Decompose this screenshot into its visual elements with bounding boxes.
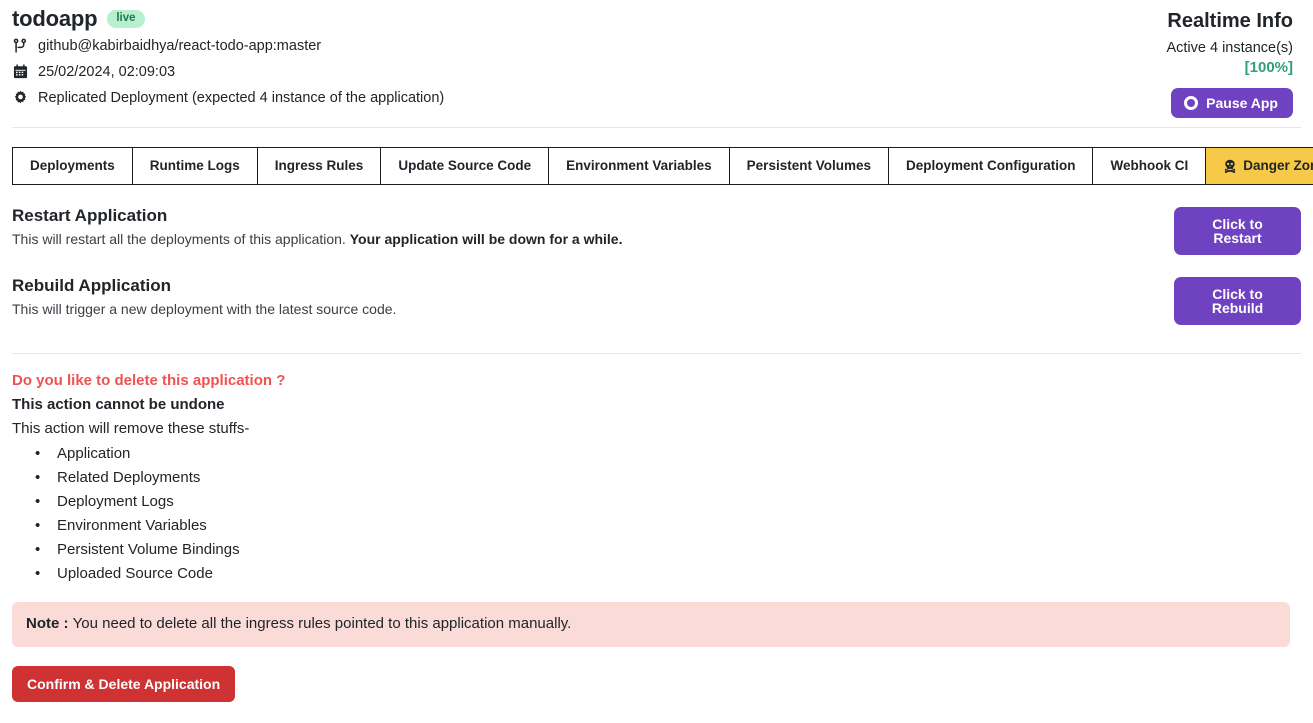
deployed-at-row: 25/02/2024, 02:09:03: [12, 63, 444, 80]
tab-deployment-configuration[interactable]: Deployment Configuration: [887, 146, 1093, 185]
danger-zone-page: todoapp live github@kabirbaidhya/react-t…: [0, 0, 1313, 723]
realtime-info-title: Realtime Info: [1167, 10, 1293, 32]
gear-icon: [12, 89, 29, 106]
page-title: todoapp: [12, 6, 98, 31]
list-item: Application: [35, 442, 1301, 466]
app-header-left: todoapp live github@kabirbaidhya/react-t…: [12, 6, 444, 106]
tab-update-source-code-label: Update Source Code: [398, 157, 532, 173]
tab-deployments[interactable]: Deployments: [12, 146, 132, 185]
tab-runtime-logs-label: Runtime Logs: [149, 157, 240, 173]
tab-deployments-label: Deployments: [30, 157, 115, 173]
rebuild-title: Rebuild Application: [12, 275, 171, 295]
tab-webhook-ci-label: Webhook CI: [1110, 157, 1189, 173]
git-branch-icon: [12, 37, 29, 54]
delete-cannot-undo: This action cannot be undone: [12, 395, 225, 413]
calendar-icon: [12, 63, 29, 80]
delete-items-list: Application Related Deployments Deployme…: [12, 442, 1301, 586]
deployment-type-row: Replicated Deployment (expected 4 instan…: [12, 89, 444, 106]
restart-text-group: Restart Application This will restart al…: [12, 205, 622, 248]
tab-webhook-ci[interactable]: Webhook CI: [1092, 146, 1206, 185]
rebuild-application-block: Rebuild Application This will trigger a …: [12, 255, 1301, 325]
tab-ingress-rules-label: Ingress Rules: [274, 157, 364, 173]
tab-ingress-rules[interactable]: Ingress Rules: [256, 146, 381, 185]
rebuild-description: This will trigger a new deployment with …: [12, 301, 397, 318]
tab-environment-variables-label: Environment Variables: [566, 157, 712, 173]
tab-environment-variables[interactable]: Environment Variables: [548, 146, 729, 185]
note-label: Note :: [26, 614, 73, 632]
app-title-row: todoapp live: [12, 8, 444, 30]
source-repo-row: github@kabirbaidhya/react-todo-app:maste…: [12, 37, 444, 54]
deployment-type-text: Replicated Deployment (expected 4 instan…: [38, 89, 445, 106]
skull-icon: [1223, 159, 1237, 173]
realtime-info-panel: Realtime Info Active 4 instance(s) [100%…: [1166, 6, 1293, 118]
actions-section: Restart Application This will restart al…: [12, 185, 1301, 325]
list-item: Related Deployments: [35, 466, 1301, 490]
list-item: Persistent Volume Bindings: [35, 538, 1301, 562]
delete-question: Do you like to delete this application ?: [12, 371, 286, 389]
tab-runtime-logs[interactable]: Runtime Logs: [131, 146, 257, 185]
delete-application-section: Do you like to delete this application ?…: [12, 354, 1301, 586]
status-badge: live: [107, 9, 145, 29]
note-text: You need to delete all the ingress rules…: [72, 614, 572, 632]
deployed-at-text: 25/02/2024, 02:09:03: [38, 63, 176, 80]
tab-update-source-code[interactable]: Update Source Code: [380, 146, 549, 185]
tab-deployment-configuration-label: Deployment Configuration: [905, 157, 1076, 173]
header-divider: [12, 126, 1301, 128]
confirm-delete-application-button[interactable]: Confirm & Delete Application: [12, 665, 236, 702]
tab-bar: Deployments Runtime Logs Ingress Rules U…: [12, 146, 1313, 185]
restart-title: Restart Application: [12, 205, 168, 225]
pause-app-button[interactable]: Pause App: [1171, 87, 1293, 118]
click-to-restart-button[interactable]: Click to Restart: [1174, 206, 1301, 255]
click-to-rebuild-button[interactable]: Click to Rebuild: [1174, 276, 1301, 325]
circle-pause-icon: [1184, 95, 1199, 110]
tab-persistent-volumes[interactable]: Persistent Volumes: [728, 146, 888, 185]
ingress-note-banner: Note : You need to delete all the ingres…: [12, 601, 1290, 647]
tab-danger-zone[interactable]: Danger Zone: [1205, 146, 1313, 185]
list-item: Uploaded Source Code: [35, 562, 1301, 586]
list-item: Deployment Logs: [35, 490, 1301, 514]
tab-persistent-volumes-label: Persistent Volumes: [746, 157, 871, 173]
pause-app-label: Pause App: [1206, 94, 1278, 111]
restart-description-bold: Your application will be down for a whil…: [349, 231, 623, 248]
delete-lead-text: This action will remove these stuffs-: [12, 419, 250, 437]
rebuild-text-group: Rebuild Application This will trigger a …: [12, 275, 397, 318]
restart-description-plain: This will restart all the deployments of…: [12, 231, 350, 248]
list-item: Environment Variables: [35, 514, 1301, 538]
source-repo-text: github@kabirbaidhya/react-todo-app:maste…: [38, 37, 322, 54]
restart-application-block: Restart Application This will restart al…: [12, 185, 1301, 255]
tab-danger-zone-label: Danger Zone: [1243, 157, 1313, 173]
restart-description: This will restart all the deployments of…: [12, 231, 622, 248]
app-header: todoapp live github@kabirbaidhya/react-t…: [0, 0, 1313, 118]
health-percent-text: [100%]: [1244, 59, 1293, 77]
active-instances-text: Active 4 instance(s): [1166, 40, 1293, 56]
